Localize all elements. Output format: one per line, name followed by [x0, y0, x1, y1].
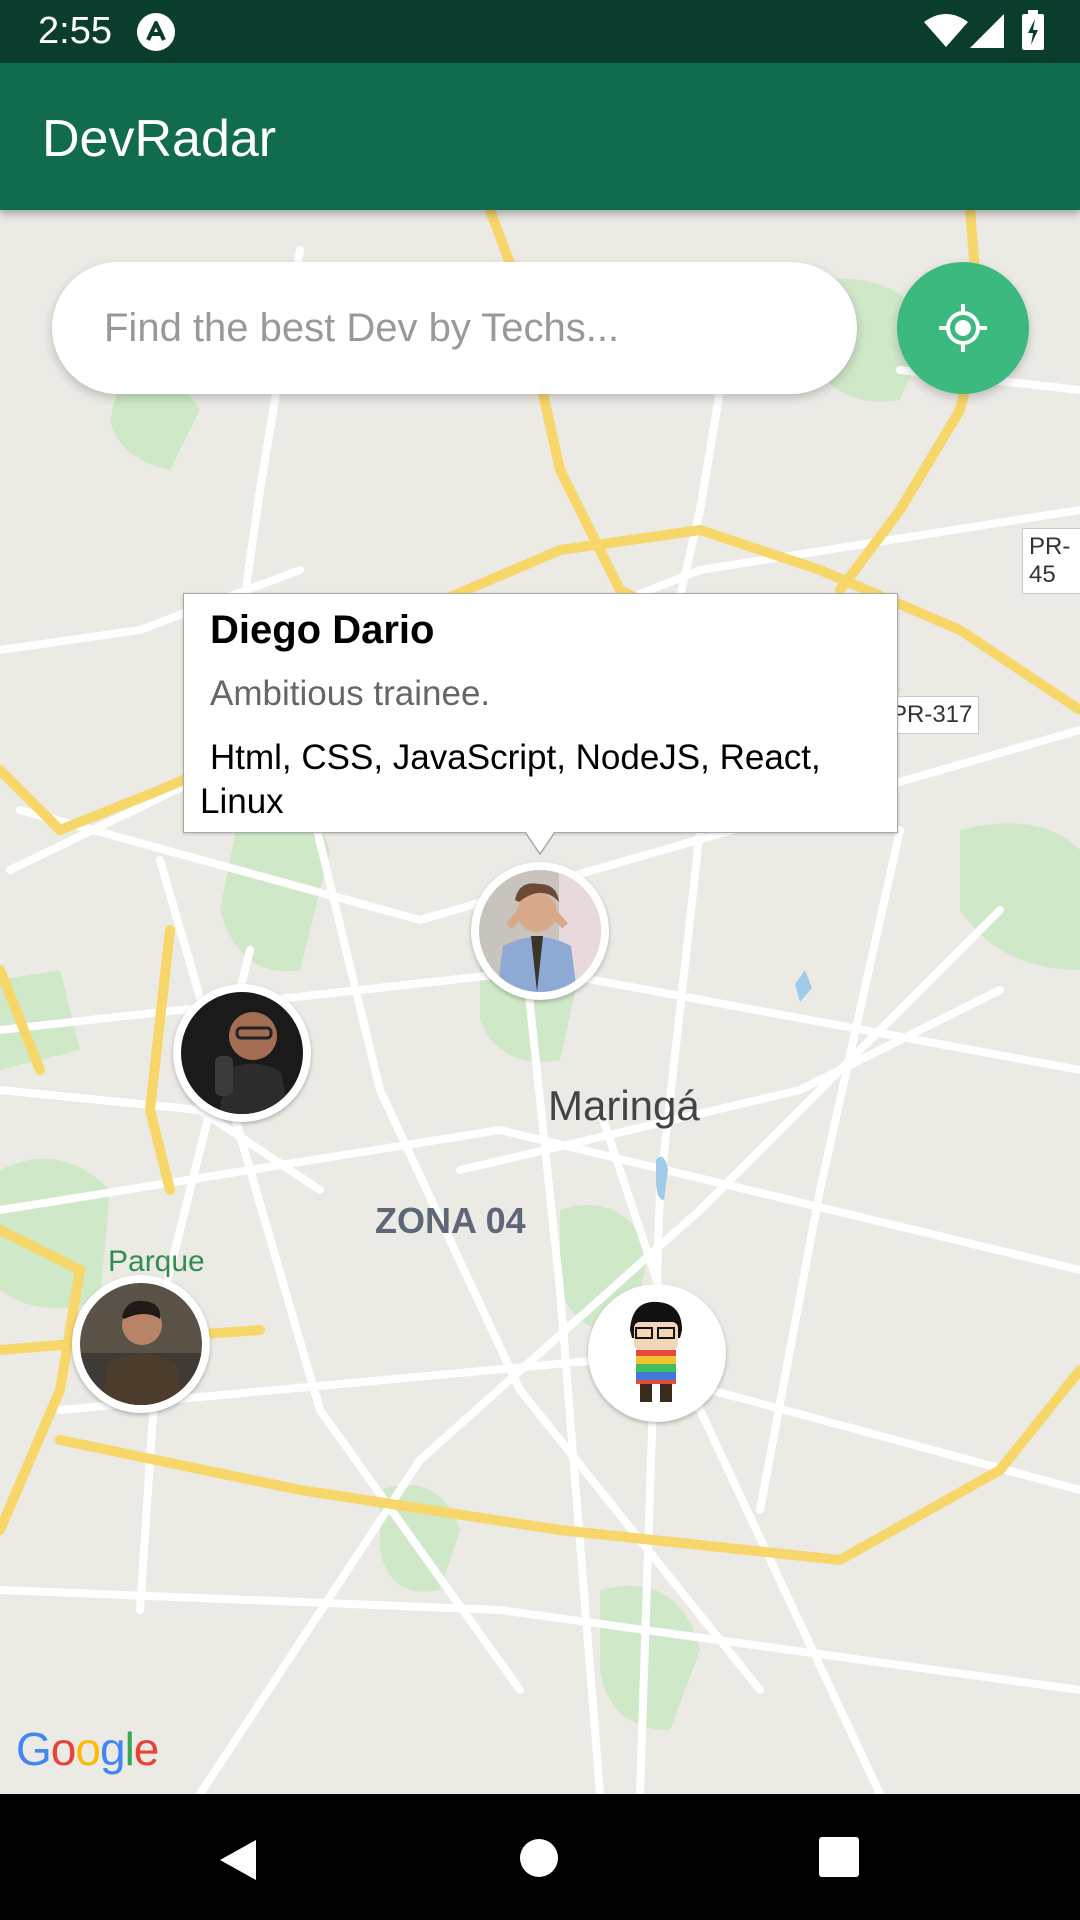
dev-avatar-2: [181, 992, 303, 1114]
status-time: 2:55: [38, 10, 112, 52]
dev-marker-2[interactable]: [173, 984, 311, 1122]
dev-callout[interactable]: Diego Dario Ambitious trainee. Html, CSS…: [183, 593, 898, 833]
wifi-icon: [924, 14, 968, 47]
google-logo: Google: [16, 1723, 159, 1775]
dev-avatar-1: [479, 870, 601, 992]
android-debug-icon: [137, 13, 175, 51]
my-location-icon: [939, 304, 987, 352]
map-view[interactable]: Maringá ZONA 04 Parque Ingá PR-317 PR-45…: [0, 210, 1080, 1794]
dev-marker-4[interactable]: [588, 1284, 726, 1422]
road-sign-pr317: PR-317: [884, 696, 980, 734]
back-icon[interactable]: [216, 1836, 260, 1884]
search-bar: [52, 262, 857, 394]
home-icon[interactable]: [519, 1838, 559, 1878]
locate-button[interactable]: [897, 262, 1029, 394]
callout-dev-bio: Ambitious trainee.: [210, 674, 491, 713]
recents-icon[interactable]: [818, 1836, 860, 1878]
city-label: Maringá: [548, 1082, 700, 1129]
signal-icon: [970, 14, 1004, 48]
status-bar: 2:55: [0, 0, 1080, 63]
zone-label: ZONA 04: [375, 1200, 526, 1241]
callout-pointer: [525, 832, 555, 856]
map-streets: [0, 210, 1080, 1794]
app-bar: DevRadar: [0, 63, 1080, 210]
road-sign-pr45: PR-45: [1022, 528, 1080, 594]
app-title: DevRadar: [42, 110, 277, 168]
search-input[interactable]: [104, 262, 824, 394]
dev-avatar-4: [596, 1292, 718, 1414]
battery-icon: [1022, 10, 1044, 50]
dev-marker-3[interactable]: [72, 1275, 210, 1413]
dev-marker-1[interactable]: [471, 862, 609, 1000]
callout-dev-techs: Html, CSS, JavaScript, NodeJS, React, Li…: [200, 738, 821, 821]
dev-avatar-3: [80, 1283, 202, 1405]
callout-dev-name: Diego Dario: [210, 608, 435, 652]
